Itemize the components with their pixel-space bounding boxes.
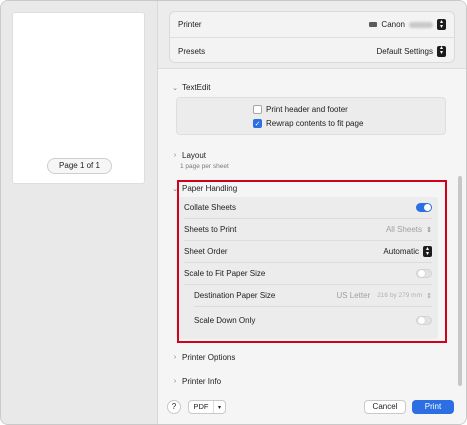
printer-options-title: Printer Options xyxy=(182,353,236,362)
option-rewrap[interactable]: ✓ Rewrap contents to fit page xyxy=(253,119,363,128)
option-label: Print header and footer xyxy=(266,105,348,114)
footer: ? PDF ▾ Cancel Print xyxy=(158,396,466,424)
textedit-options: Print header and footer ✓ Rewrap content… xyxy=(176,97,446,135)
textedit-title: TextEdit xyxy=(182,83,211,92)
presets-label: Presets xyxy=(178,46,206,56)
layout-subtitle: 1 page per sheet xyxy=(180,163,229,170)
pdf-menu-button[interactable]: PDF ▾ xyxy=(188,400,226,414)
print-dialog: Page 1 of 1 Printer Canon ▴ ▾ Presets De… xyxy=(0,0,467,425)
printer-info-title: Printer Info xyxy=(182,377,222,386)
printer-row: Printer Canon ▴ ▾ xyxy=(170,12,454,38)
presets-value: Default Settings xyxy=(376,46,433,56)
checkbox-unchecked-icon[interactable] xyxy=(253,105,262,114)
printer-label: Printer xyxy=(178,20,202,29)
printer-icon xyxy=(369,22,378,27)
help-button[interactable]: ? xyxy=(167,400,181,414)
print-button[interactable]: Print xyxy=(412,400,454,414)
chevron-right-icon: › xyxy=(173,354,177,361)
presets-popup[interactable]: Default Settings ▴ ▾ xyxy=(376,45,446,57)
printer-popup[interactable]: Canon ▴ ▾ xyxy=(369,19,446,30)
checkbox-checked-icon[interactable]: ✓ xyxy=(253,119,262,128)
presets-row: Presets Default Settings ▴ ▾ xyxy=(170,38,454,64)
stepper-icon: ▴ ▾ xyxy=(437,45,446,57)
cancel-button[interactable]: Cancel xyxy=(364,400,406,414)
section-printer-info[interactable]: › Printer Info xyxy=(172,377,221,386)
page-indicator[interactable]: Page 1 of 1 xyxy=(47,158,112,174)
option-print-header[interactable]: Print header and footer xyxy=(253,105,348,114)
section-textedit[interactable]: ⌄ TextEdit xyxy=(172,83,210,92)
highlight-box xyxy=(177,180,447,343)
layout-title: Layout xyxy=(182,151,207,160)
pdf-label: PDF xyxy=(189,401,214,413)
printer-model-redacted xyxy=(409,21,433,28)
chevron-down-icon: ▾ xyxy=(217,404,221,411)
chevron-right-icon: › xyxy=(173,152,177,159)
top-section: Printer Canon ▴ ▾ Presets Default Setting… xyxy=(158,1,466,69)
section-layout[interactable]: › Layout xyxy=(172,151,206,160)
chevron-down-icon: ⌄ xyxy=(172,84,178,92)
preview-pane: Page 1 of 1 xyxy=(1,1,158,424)
option-label: Rewrap contents to fit page xyxy=(266,119,364,128)
stepper-icon: ▴ ▾ xyxy=(437,19,446,30)
section-printer-options[interactable]: › Printer Options xyxy=(172,353,236,362)
scrollbar[interactable] xyxy=(458,176,462,386)
chevron-right-icon: › xyxy=(173,378,177,385)
printer-value: Canon xyxy=(381,20,405,29)
printer-presets-box: Printer Canon ▴ ▾ Presets Default Setting… xyxy=(169,11,455,63)
